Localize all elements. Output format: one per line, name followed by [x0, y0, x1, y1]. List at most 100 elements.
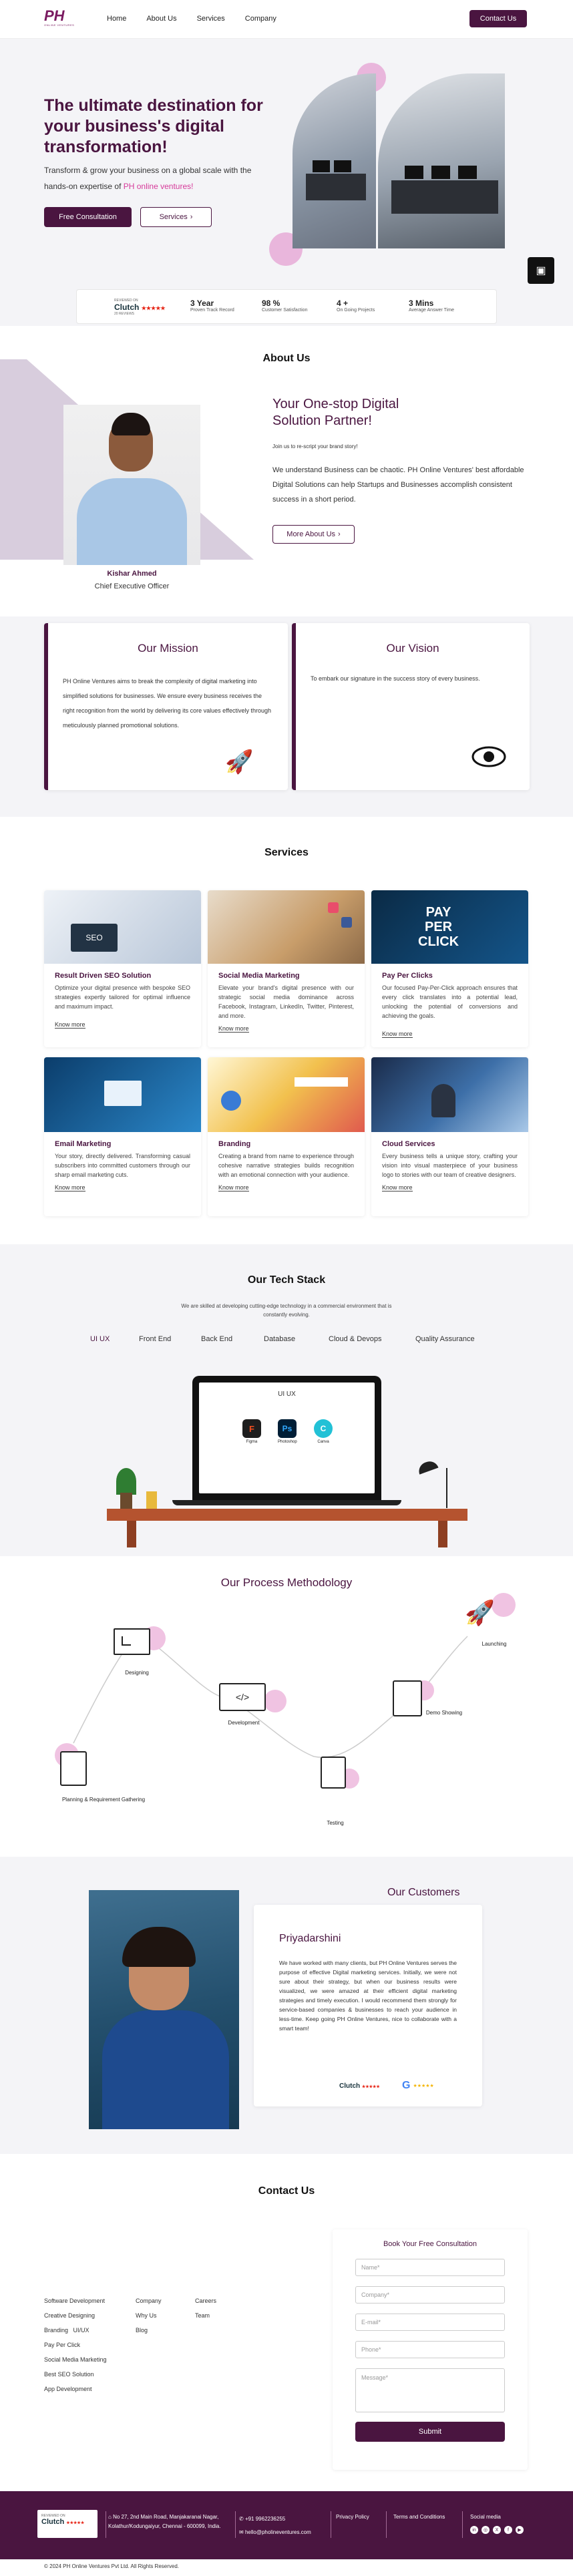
cloud-services-image: [371, 1057, 528, 1132]
footer-link[interactable]: Social Media Marketing: [44, 2356, 107, 2363]
tab-database[interactable]: Database: [264, 1332, 295, 1344]
logo-mark: PH: [44, 7, 65, 24]
plant-icon: [116, 1468, 136, 1495]
company-logo[interactable]: PH ONLINE VENTURES: [44, 9, 79, 29]
know-more-link[interactable]: Know more: [382, 1184, 413, 1191]
tech-stack-section: Our Tech Stack We are skilled at develop…: [0, 1244, 573, 1556]
tab-front-end[interactable]: Front End: [139, 1332, 171, 1344]
footer-link[interactable]: Company: [136, 2297, 162, 2304]
message-textarea[interactable]: Message*: [355, 2368, 505, 2412]
address-text: No 27, 2nd Main Road, Manjakaranai Nagar…: [108, 2514, 221, 2529]
facebook-icon[interactable]: f: [504, 2526, 512, 2534]
service-card[interactable]: PAY PER CLICK Pay Per Clicks Our focused P…: [371, 890, 528, 1047]
divider: [386, 2511, 387, 2538]
more-about-button[interactable]: More About Us ›: [272, 525, 355, 544]
privacy-link[interactable]: Privacy Policy: [336, 2514, 369, 2520]
testing-icon: [321, 1757, 346, 1789]
services-section: Services SEO Result Driven SEO Solution …: [0, 817, 573, 1244]
know-more-link[interactable]: Know more: [218, 1184, 249, 1191]
tab-label: UI UX: [90, 1335, 110, 1343]
tech-section-title: Our Tech Stack: [247, 1274, 326, 1286]
development-icon: </>: [219, 1683, 266, 1711]
main-nav: Home About Us Services Company: [107, 15, 276, 23]
service-card[interactable]: Cloud Services Every business tells a un…: [371, 1057, 528, 1216]
header-contact-button[interactable]: Contact Us: [469, 10, 527, 27]
know-more-link[interactable]: Know more: [55, 1021, 85, 1029]
free-consultation-button[interactable]: Free Consultation: [44, 207, 132, 227]
company-input[interactable]: Company*: [355, 2286, 505, 2304]
chat-icon[interactable]: ▣: [528, 257, 554, 284]
footer-link[interactable]: Software Development: [44, 2297, 107, 2304]
service-card[interactable]: Social Media Marketing Elevate your bran…: [208, 890, 365, 1047]
service-card[interactable]: SEO Result Driven SEO Solution Optimize …: [44, 890, 201, 1047]
footer-email[interactable]: ✉ hello@pholineventures.com: [239, 2526, 311, 2539]
youtube-icon[interactable]: ▶: [516, 2526, 524, 2534]
tab-quality-assurance[interactable]: Quality Assurance: [415, 1332, 475, 1344]
clutch-badge: Clutch ★★★★★: [339, 2082, 380, 2090]
tab-ui-ux[interactable]: UI UX: [90, 1332, 110, 1344]
terms-link[interactable]: Terms and Conditions: [393, 2514, 445, 2520]
phone-input[interactable]: Phone*: [355, 2341, 505, 2358]
footer-link[interactable]: App Development: [44, 2386, 107, 2392]
clutch-reviews-count: 20 REVIEWS: [114, 312, 135, 316]
vision-card: Our Vision To embark our signature in th…: [292, 623, 530, 790]
google-badge: G ★★★★★: [402, 2080, 434, 2092]
footer-phone[interactable]: ✆ +91 9962236255: [239, 2513, 311, 2526]
know-more-link[interactable]: Know more: [382, 1031, 413, 1038]
nav-about[interactable]: About Us: [146, 15, 176, 23]
nav-company[interactable]: Company: [245, 15, 276, 23]
name-input[interactable]: Name*: [355, 2259, 505, 2276]
about-tagline: Join us to re-script your brand story!: [272, 443, 358, 449]
stat-value: 98 %: [262, 299, 280, 308]
footer-link[interactable]: Pay Per Click: [44, 2342, 107, 2348]
instagram-icon[interactable]: ◎: [482, 2526, 490, 2534]
footer-link[interactable]: Blog: [136, 2327, 162, 2334]
footer-link-uiux[interactable]: UI/UX: [73, 2327, 89, 2334]
tab-label: Cloud & Devops: [329, 1335, 382, 1343]
know-more-link[interactable]: Know more: [218, 1025, 249, 1033]
x-icon[interactable]: X: [493, 2526, 501, 2534]
ceo-role: Chief Executive Officer: [94, 582, 170, 590]
mail-icon: ✉: [239, 2529, 245, 2535]
footer-link-branding[interactable]: Branding: [44, 2327, 68, 2334]
services-button[interactable]: Services ›: [140, 207, 212, 227]
service-desc: Optimize your digital presence with besp…: [55, 984, 190, 1010]
footer-link[interactable]: Best SEO Solution: [44, 2371, 107, 2378]
ppc-image: PAY PER CLICK: [371, 890, 528, 964]
service-card[interactable]: Email Marketing Your story, directly del…: [44, 1057, 201, 1216]
footer-link[interactable]: Why Us: [136, 2312, 162, 2319]
tab-back-end[interactable]: Back End: [201, 1332, 232, 1344]
nav-services[interactable]: Services: [197, 15, 225, 23]
customers-section-title: Our Customers: [387, 1887, 460, 1898]
service-card[interactable]: Branding Creating a brand from name to e…: [208, 1057, 365, 1216]
footer-link[interactable]: Team: [195, 2312, 216, 2319]
footer-link[interactable]: Creative Designing: [44, 2312, 107, 2319]
footer-bar: REVIEWED ON Clutch ★★★★★ ⌂ No 27, 2nd Ma…: [0, 2491, 573, 2559]
clutch-badge[interactable]: REVIEWED ON Clutch ★★★★★ 20 REVIEWS: [114, 299, 166, 316]
screen-title: UI UX: [278, 1391, 296, 1398]
canva-icon: C: [314, 1419, 333, 1438]
monitor: UI UX F Figma Ps Photoshop C Canva: [192, 1376, 381, 1500]
copyright-text: © 2024 PH Online Ventures Pvt Ltd. All R…: [44, 2563, 179, 2569]
tab-label: Quality Assurance: [415, 1335, 475, 1343]
submit-button[interactable]: Submit: [355, 2422, 505, 2442]
tool-label: Canva: [317, 1440, 329, 1444]
footer-link[interactable]: Careers: [195, 2297, 216, 2304]
lamp-icon: [446, 1468, 447, 1508]
tool-label: Photoshop: [278, 1440, 297, 1444]
social-icons: in ◎ X f ▶: [470, 2526, 524, 2534]
service-desc: Our focused Pay-Per-Click approach ensur…: [382, 984, 518, 1019]
photoshop-icon: Ps: [278, 1419, 297, 1438]
email-input[interactable]: E-mail*: [355, 2314, 505, 2331]
know-more-link[interactable]: Know more: [55, 1184, 85, 1191]
linkedin-icon[interactable]: in: [470, 2526, 478, 2534]
desk-leg: [127, 1521, 136, 1547]
more-about-label: More About Us: [286, 530, 336, 538]
service-title: Cloud Services: [382, 1140, 435, 1148]
nav-home[interactable]: Home: [107, 15, 126, 23]
stat-item: 98 % Customer Satisfaction: [262, 299, 307, 313]
tab-cloud-devops[interactable]: Cloud & Devops: [329, 1332, 382, 1344]
tech-subtitle: We are skilled at developing cutting-edg…: [181, 1303, 392, 1318]
stats-bar: REVIEWED ON Clutch ★★★★★ 20 REVIEWS 3 Ye…: [76, 289, 497, 324]
footer-clutch-badge[interactable]: REVIEWED ON Clutch ★★★★★: [37, 2510, 98, 2538]
